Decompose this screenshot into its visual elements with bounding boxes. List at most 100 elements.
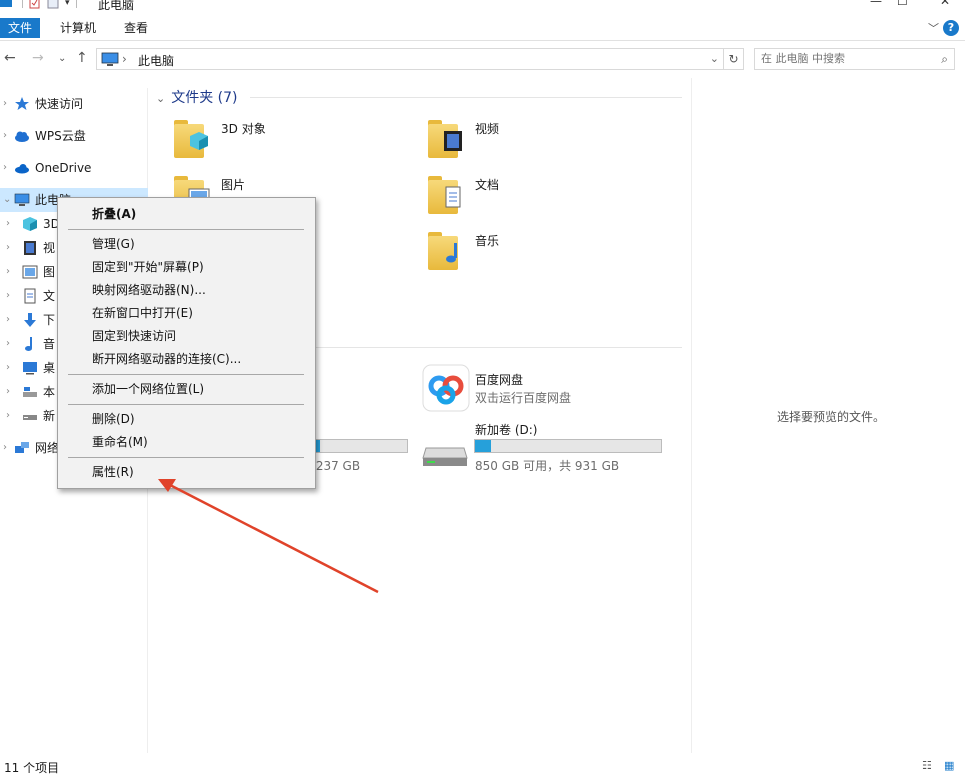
group-collapse-icon[interactable]: ⌄ xyxy=(156,92,165,105)
sidebar-item-label: WPS云盘 xyxy=(35,129,86,143)
menu-item-pin-quick-access[interactable]: 固定到快速访问 xyxy=(92,325,176,347)
sidebar-item-onedrive[interactable]: › OneDrive xyxy=(0,156,148,180)
computer-icon xyxy=(101,52,119,66)
expand-chevron-icon[interactable]: › xyxy=(3,92,7,116)
baidu-netdisk-icon[interactable] xyxy=(422,364,470,412)
large-icons-view-icon[interactable]: ▦ xyxy=(944,759,954,772)
tab-file[interactable]: 文件 xyxy=(0,18,40,38)
collapse-chevron-icon[interactable]: ⌄ xyxy=(3,188,11,212)
expand-chevron-icon[interactable]: › xyxy=(3,436,7,460)
sidebar-item-label: 新 xyxy=(43,409,56,423)
expand-chevron-icon[interactable]: › xyxy=(6,308,10,332)
pictures-icon xyxy=(22,265,38,279)
title-bar: ▾ 此电脑 — ☐ ✕ xyxy=(0,0,965,14)
device-info-baidu: 双击运行百度网盘 xyxy=(475,391,572,405)
menu-item-add-network-location[interactable]: 添加一个网络位置(L) xyxy=(92,378,204,400)
d-drive-usage-fill xyxy=(475,440,492,452)
maximize-button[interactable]: ☐ xyxy=(897,0,908,8)
tab-computer[interactable]: 计算机 xyxy=(50,18,106,38)
desktop-icon xyxy=(23,362,37,375)
video-folder-icon[interactable] xyxy=(426,114,472,160)
folder-label-3d-objects[interactable]: 3D 对象 xyxy=(221,120,266,137)
menu-item-delete[interactable]: 删除(D) xyxy=(92,408,135,430)
ribbon-tabs: 文件 计算机 查看 ﹀ ? xyxy=(0,14,965,41)
expand-chevron-icon[interactable]: › xyxy=(6,332,10,356)
folder-label-music[interactable]: 音乐 xyxy=(475,232,499,249)
folders-group-header[interactable]: ⌄ 文件夹 (7) xyxy=(156,87,238,107)
context-menu: 折叠(A) 管理(G) 固定到"开始"屏幕(P) 映射网络驱动器(N)... 在… xyxy=(57,197,316,489)
expand-chevron-icon[interactable]: › xyxy=(6,380,10,404)
3d-objects-folder-icon[interactable] xyxy=(172,114,218,160)
sidebar-item-label: OneDrive xyxy=(35,161,92,175)
status-bar: 11 个项目 ☷ ▦ xyxy=(0,753,965,775)
refresh-button[interactable]: ↻ xyxy=(724,48,744,70)
menu-separator xyxy=(68,374,304,375)
menu-item-pin-to-start[interactable]: 固定到"开始"屏幕(P) xyxy=(92,256,204,278)
menu-item-open-new-window[interactable]: 在新窗口中打开(E) xyxy=(92,302,193,324)
folder-label-documents[interactable]: 文档 xyxy=(475,176,499,193)
expand-chevron-icon[interactable]: › xyxy=(6,404,10,428)
documents-folder-icon[interactable] xyxy=(426,170,472,216)
onedrive-icon xyxy=(15,164,29,174)
sidebar-item-label: 视 xyxy=(43,241,56,255)
search-icon[interactable]: ⌕ xyxy=(941,52,948,67)
network-icon xyxy=(15,442,29,453)
minimize-button[interactable]: — xyxy=(870,0,882,8)
address-bar[interactable]: › 此电脑 ⌄ xyxy=(96,48,724,70)
properties-quick-icon[interactable] xyxy=(29,0,41,9)
menu-separator xyxy=(68,404,304,405)
tab-view[interactable]: 查看 xyxy=(114,18,158,38)
sidebar-item-label: 下 xyxy=(43,313,56,327)
back-button[interactable]: ← xyxy=(4,50,16,66)
sidebar-item-wps-cloud[interactable]: › WPS云盘 xyxy=(0,124,148,148)
folder-label-pictures[interactable]: 图片 xyxy=(221,176,245,193)
new-folder-quick-icon[interactable] xyxy=(47,0,59,9)
expand-chevron-icon[interactable]: › xyxy=(3,156,7,180)
sidebar-item-quick-access[interactable]: › 快速访问 xyxy=(0,92,148,116)
menu-item-properties[interactable]: 属性(R) xyxy=(92,461,134,483)
device-name-d-drive[interactable]: 新加卷 (D:) xyxy=(475,421,537,438)
sidebar-item-label: 快速访问 xyxy=(35,97,84,111)
devices-group-divider xyxy=(316,347,682,348)
menu-item-map-network-drive[interactable]: 映射网络驱动器(N)... xyxy=(92,279,206,301)
group-divider xyxy=(250,97,682,98)
menu-separator xyxy=(68,457,304,458)
sidebar-item-label: 桌 xyxy=(43,361,56,375)
drive-icon xyxy=(23,415,37,420)
expand-chevron-icon[interactable]: › xyxy=(6,356,10,380)
music-folder-icon[interactable] xyxy=(426,226,472,272)
quick-access-dropdown-icon[interactable]: ▾ xyxy=(65,0,70,8)
menu-item-collapse[interactable]: 折叠(A) xyxy=(92,203,136,225)
address-dropdown-icon[interactable]: ⌄ xyxy=(710,52,719,65)
close-button[interactable]: ✕ xyxy=(940,0,950,8)
expand-chevron-icon[interactable]: › xyxy=(6,236,10,260)
menu-item-rename[interactable]: 重命名(M) xyxy=(92,431,148,453)
details-view-icon[interactable]: ☷ xyxy=(922,759,932,772)
explorer-app-icon xyxy=(0,0,12,7)
preview-placeholder: 选择要预览的文件。 xyxy=(777,410,886,424)
help-icon[interactable]: ? xyxy=(943,20,959,36)
local-disk-icon xyxy=(23,387,37,397)
search-box[interactable]: ⌕ xyxy=(754,48,955,70)
hard-drive-icon[interactable] xyxy=(422,440,468,468)
expand-chevron-icon[interactable]: › xyxy=(3,124,7,148)
search-input[interactable] xyxy=(761,52,931,65)
folder-label-videos[interactable]: 视频 xyxy=(475,120,499,137)
expand-chevron-icon[interactable]: › xyxy=(6,212,10,236)
group-title: 文件夹 (7) xyxy=(171,90,238,106)
music-icon xyxy=(25,337,32,351)
expand-chevron-icon[interactable]: › xyxy=(6,260,10,284)
item-count: 11 个项目 xyxy=(4,761,60,775)
breadcrumb-chevron-icon[interactable]: › xyxy=(122,52,127,66)
device-info-d-drive: 850 GB 可用，共 931 GB xyxy=(475,459,620,473)
breadcrumb[interactable]: 此电脑 xyxy=(138,52,174,69)
menu-item-disconnect-network-drive[interactable]: 断开网络驱动器的连接(C)... xyxy=(92,348,241,370)
expand-chevron-icon[interactable]: › xyxy=(6,284,10,308)
device-name-baidu[interactable]: 百度网盘 xyxy=(475,371,523,388)
menu-item-manage[interactable]: 管理(G) xyxy=(92,233,135,255)
ribbon-expand-icon[interactable]: ﹀ xyxy=(928,20,939,36)
recent-locations-icon[interactable]: ⌄ xyxy=(58,53,66,64)
up-button[interactable]: ↑ xyxy=(76,50,88,66)
computer-icon xyxy=(14,193,30,206)
forward-button[interactable]: → xyxy=(32,50,44,66)
